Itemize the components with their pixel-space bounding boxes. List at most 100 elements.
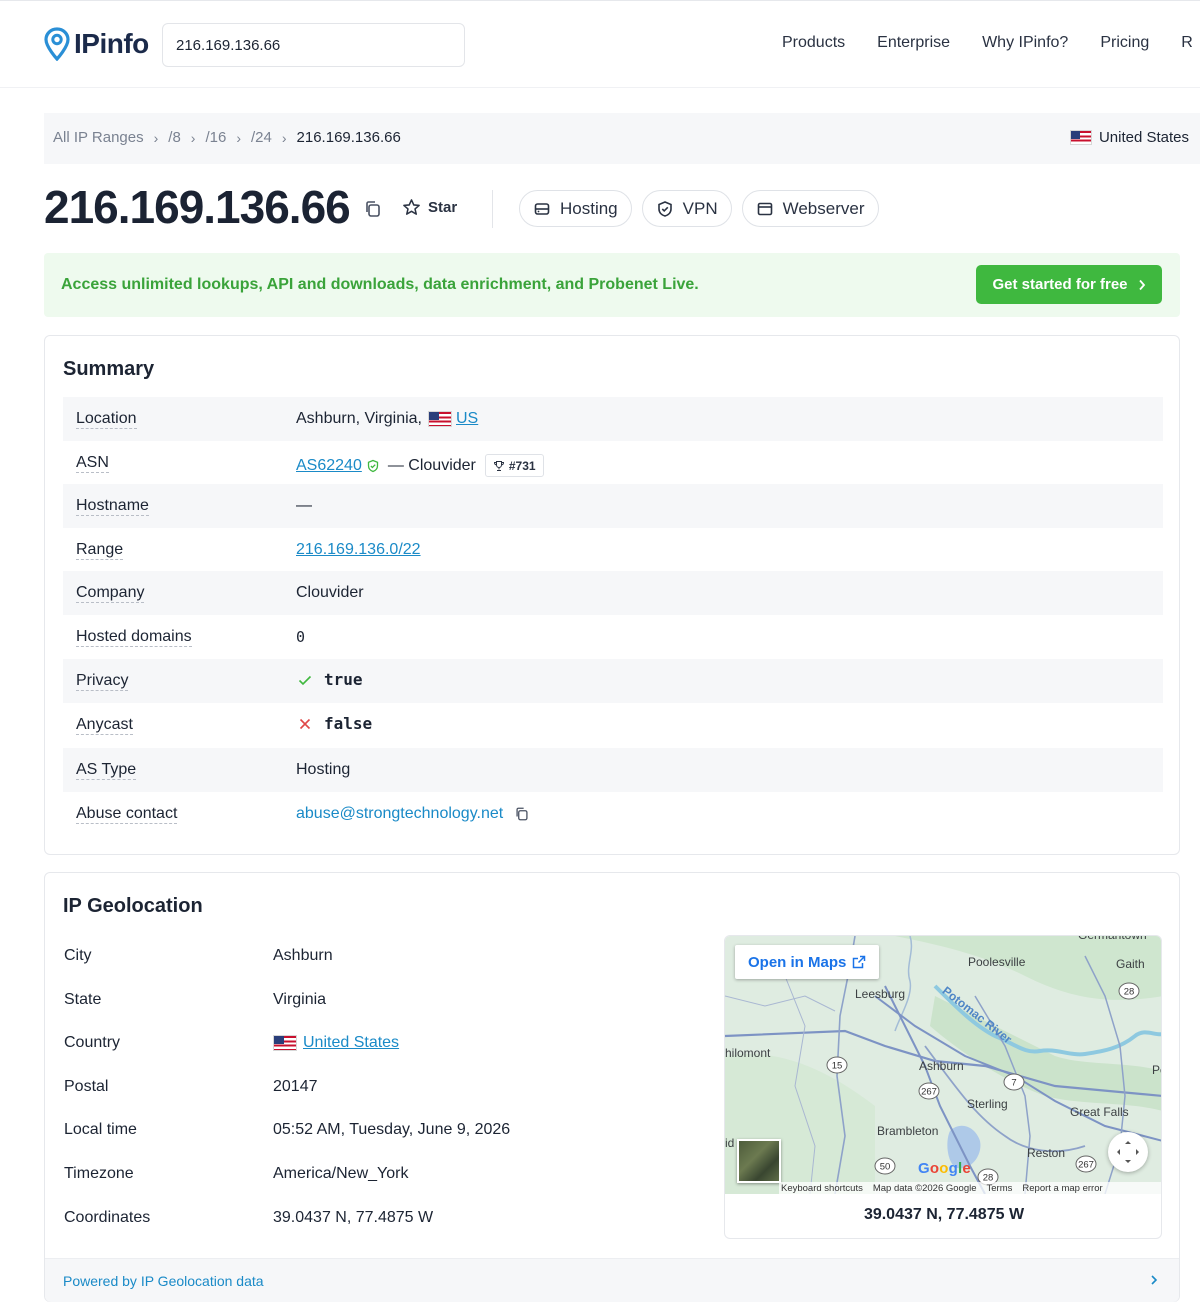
country-link[interactable]: United States	[303, 1034, 399, 1052]
range-label: Range	[76, 541, 124, 560]
map-place-label: Po	[1152, 1063, 1161, 1077]
us-flag-icon	[1069, 130, 1092, 145]
route-shield-number: 15	[832, 1061, 843, 1072]
breadcrumb-8[interactable]: /8	[168, 129, 181, 146]
asn-rank: #731	[508, 458, 536, 473]
tag-webserver[interactable]: Webserver	[741, 190, 879, 227]
ipinfo-logo[interactable]: IPinfo	[44, 27, 149, 61]
asn-rank-badge[interactable]: #731	[484, 454, 544, 477]
route-shield-number: 50	[880, 1162, 891, 1173]
breadcrumb-16[interactable]: /16	[205, 129, 226, 146]
map-place-label: Germantown	[1078, 935, 1147, 942]
map-attribution: Keyboard shortcuts Map data ©2026 Google…	[779, 1182, 1161, 1195]
location-country-link[interactable]: US	[456, 410, 478, 428]
map-fullscreen-button[interactable]	[1108, 1132, 1148, 1172]
summary-row-privacy: Privacy true	[63, 659, 1163, 703]
verified-shield-icon	[367, 459, 378, 472]
ip-search-input[interactable]	[162, 23, 465, 67]
nav-enterprise[interactable]: Enterprise	[877, 34, 950, 52]
range-link[interactable]: 216.169.136.0/22	[296, 541, 421, 559]
get-started-button[interactable]: Get started for free	[976, 265, 1162, 304]
location-label: Location	[76, 410, 137, 429]
postal-label: Postal	[64, 1078, 109, 1095]
map-widget: 28 15 267 7 50 28 267 Poolesville Leesburg Potom…	[724, 935, 1162, 1239]
chevron-right-icon: ›	[281, 129, 287, 146]
summary-row-hostname: Hostname —	[63, 484, 1163, 528]
copy-icon[interactable]	[513, 805, 531, 823]
map-report-error-link[interactable]: Report a map error	[1022, 1183, 1102, 1194]
summary-title: Summary	[63, 358, 155, 380]
route-shield-number: 28	[1124, 987, 1135, 998]
breadcrumb-country[interactable]: United States	[1069, 129, 1189, 146]
map-terms-link[interactable]: Terms	[987, 1183, 1013, 1194]
star-label: Star	[428, 199, 458, 216]
hostname-label: Hostname	[76, 497, 149, 516]
open-in-maps-button[interactable]: Open in Maps	[735, 945, 880, 979]
abuse-value: abuse@strongtechnology.net	[296, 805, 531, 823]
summary-card: Summary Location Ashburn, Virginia, US A…	[44, 335, 1180, 855]
google-logo: Google	[918, 1160, 971, 1177]
tag-hosting[interactable]: Hosting	[519, 190, 632, 227]
map-place-label: Ashburn	[919, 1059, 964, 1073]
move-arrows-icon	[1117, 1141, 1139, 1163]
map-keyboard-shortcuts[interactable]: Keyboard shortcuts	[781, 1183, 863, 1194]
map-place-label: Brambleton	[877, 1124, 939, 1138]
nav-pricing[interactable]: Pricing	[1100, 34, 1149, 52]
star-icon	[403, 199, 420, 215]
main-nav: Products Enterprise Why IPinfo? Pricing …	[782, 34, 1193, 52]
coordinates-label: Coordinates	[64, 1209, 151, 1226]
chevron-right-icon: ›	[190, 129, 196, 146]
anycast-flag: false	[324, 714, 373, 733]
satellite-toggle[interactable]	[737, 1139, 781, 1183]
summary-row-hosted-domains: Hosted domains 0	[63, 615, 1163, 659]
nav-why-ipinfo[interactable]: Why IPinfo?	[982, 34, 1068, 52]
map-place-label: Great Falls	[1070, 1105, 1129, 1119]
timezone-value: America/New_York	[273, 1165, 409, 1182]
copy-icon[interactable]	[362, 198, 384, 220]
summary-row-company: Company Clouvider	[63, 571, 1163, 615]
geo-row-state: State Virginia	[64, 991, 704, 1021]
chevron-right-icon[interactable]	[1147, 1271, 1161, 1289]
breadcrumb-all-ranges[interactable]: All IP Ranges	[53, 129, 144, 146]
chevron-right-icon	[1138, 279, 1145, 290]
summary-row-location: Location Ashburn, Virginia, US	[63, 397, 1163, 441]
geolocation-footer[interactable]: Powered by IP Geolocation data	[45, 1258, 1179, 1302]
server-icon	[534, 202, 550, 215]
privacy-value: true	[296, 671, 363, 689]
abuse-email-link[interactable]: abuse@strongtechnology.net	[296, 805, 503, 823]
state-value: Virginia	[273, 991, 327, 1008]
coordinates-value: 39.0437 N, 77.4875 W	[273, 1209, 434, 1226]
country-value: United States	[273, 1034, 399, 1052]
asn-label: ASN	[76, 454, 109, 473]
breadcrumb-24[interactable]: /24	[251, 129, 272, 146]
breadcrumb: All IP Ranges › /8 › /16 › /24 › 216.169…	[53, 129, 401, 146]
cross-icon	[299, 718, 311, 730]
map-place-label: Gaith	[1116, 957, 1145, 971]
powered-by-link[interactable]: Powered by IP Geolocation data	[63, 1273, 264, 1289]
title-divider	[492, 190, 493, 228]
nav-products[interactable]: Products	[782, 34, 845, 52]
asn-value: AS62240 — Clouvider #731	[296, 454, 544, 477]
geolocation-card: IP Geolocation City Ashburn State Virgin…	[44, 872, 1180, 1302]
geo-row-country: Country United States	[64, 1034, 704, 1064]
browser-window-icon	[757, 202, 772, 215]
logo-text: IPinfo	[74, 28, 149, 59]
star-button[interactable]: Star	[402, 198, 457, 217]
company-label: Company	[76, 584, 145, 603]
tag-vpn[interactable]: VPN	[641, 190, 732, 227]
as-type-value: Hosting	[296, 761, 351, 778]
asn-link[interactable]: AS62240	[296, 457, 362, 475]
company-value: Clouvider	[296, 584, 364, 601]
map-coordinates: 39.0437 N, 77.4875 W	[863, 1206, 1025, 1223]
geo-row-city: City Ashburn	[64, 947, 704, 977]
route-shield-number: 267	[1078, 1160, 1094, 1171]
checkmark-icon	[298, 675, 312, 686]
geo-row-timezone: Timezone America/New_York	[64, 1165, 704, 1195]
breadcrumb-current: 216.169.136.66	[296, 129, 401, 146]
location-pin-icon	[44, 27, 70, 61]
nav-resources[interactable]: R	[1181, 34, 1193, 52]
top-header: IPinfo Products Enterprise Why IPinfo? P…	[0, 0, 1200, 88]
shield-check-icon	[657, 200, 672, 217]
promo-banner: Access unlimited lookups, API and downlo…	[44, 253, 1180, 317]
get-started-label: Get started for free	[992, 276, 1128, 293]
